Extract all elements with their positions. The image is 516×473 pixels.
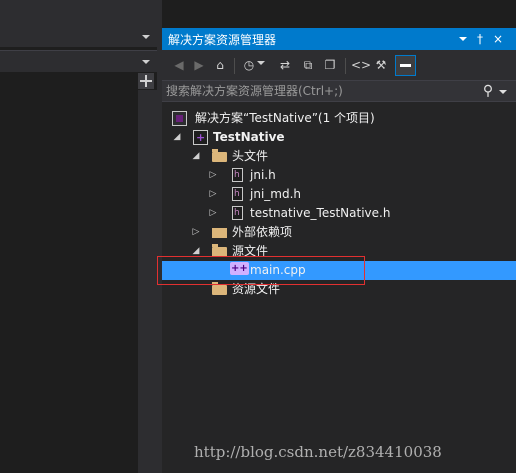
cpp-project-icon xyxy=(193,128,208,147)
filter-folder-icon xyxy=(212,282,227,295)
forward-icon: ▶ xyxy=(194,58,204,72)
tree-item-label: 头文件 xyxy=(232,149,269,163)
properties-button[interactable]: ⚒ xyxy=(372,56,390,74)
preview-icon xyxy=(400,64,411,67)
close-icon: × xyxy=(492,32,504,46)
search-options-dropdown[interactable] xyxy=(497,82,509,100)
sync-icon: ⇄ xyxy=(279,58,291,72)
navigation-bar xyxy=(0,50,157,72)
external-dependencies-icon xyxy=(212,228,227,238)
expanded-arrow-icon[interactable]: ◢ xyxy=(172,128,182,147)
tree-item-project[interactable]: ◢ TestNative xyxy=(162,128,516,147)
panel-title-bar: 解决方案资源管理器 † × xyxy=(162,28,516,50)
show-all-files-button[interactable]: ❐ xyxy=(321,56,339,74)
editor-vertical-scrollbar[interactable] xyxy=(138,90,157,473)
back-icon: ◀ xyxy=(174,58,184,72)
tree-item-label: TestNative xyxy=(213,130,285,144)
show-all-files-icon: ❐ xyxy=(324,58,336,72)
search-icon: ⚲ xyxy=(482,83,494,99)
code-text-area[interactable] xyxy=(0,90,138,473)
sync-button[interactable]: ⇄ xyxy=(276,56,294,74)
tree-item-solution[interactable]: 解决方案“TestNative”(1 个项目) xyxy=(162,109,516,128)
search-input[interactable] xyxy=(164,82,468,99)
member-dropdown-button[interactable] xyxy=(139,55,153,67)
tree-item-external-dependencies[interactable]: ▷ 外部依赖项 xyxy=(162,223,516,242)
pin-button[interactable]: † xyxy=(473,31,487,47)
solution-icon xyxy=(172,111,187,126)
watermark: http://blog.csdn.net/z834410038 xyxy=(194,443,442,461)
highlight-box xyxy=(157,256,365,285)
header-file-icon xyxy=(232,204,243,223)
properties-icon: ⚒ xyxy=(375,58,387,72)
chevron-down-icon xyxy=(499,90,507,94)
search-button[interactable]: ⚲ xyxy=(479,82,497,100)
window-options-button[interactable] xyxy=(456,31,470,47)
filter-folder-icon xyxy=(212,149,227,162)
collapse-all-icon: ⧉ xyxy=(303,58,313,72)
tree-item-label: testnative_TestNative.h xyxy=(250,206,391,220)
expanded-arrow-icon[interactable]: ◢ xyxy=(191,147,201,166)
tree-item-label: jni.h xyxy=(250,168,276,182)
tab-dropdown-button[interactable] xyxy=(139,30,153,44)
solution-explorer-toolbar: ◀ ▶ ⌂ ◷ ⇄ ⧉ ❐ <> ⚒ xyxy=(162,50,516,80)
chevron-down-icon xyxy=(459,37,467,41)
toolbar-separator xyxy=(345,58,346,74)
view-code-button[interactable]: <> xyxy=(351,56,372,74)
forward-button[interactable]: ▶ xyxy=(190,56,208,74)
view-code-icon: <> xyxy=(351,58,372,72)
editor-tab-bar xyxy=(0,0,157,47)
search-box: ⚲ xyxy=(162,80,516,102)
filter-dropdown-button[interactable] xyxy=(256,56,266,74)
toolbar-separator xyxy=(234,58,235,74)
solution-explorer-panel: 解决方案资源管理器 † × ◀ ▶ ⌂ ◷ ⇄ ⧉ ❐ <> ⚒ ⚲ 解决方案“… xyxy=(162,28,516,473)
header-file-icon xyxy=(232,166,243,185)
home-icon: ⌂ xyxy=(216,58,224,72)
panel-title: 解决方案资源管理器 xyxy=(168,33,277,47)
tree-item-file[interactable]: ▷ testnative_TestNative.h xyxy=(162,204,516,223)
chevron-down-icon xyxy=(142,35,150,39)
home-button[interactable]: ⌂ xyxy=(211,56,229,74)
chevron-down-icon xyxy=(257,61,265,65)
back-button[interactable]: ◀ xyxy=(170,56,188,74)
tree-item-header-files[interactable]: ◢ 头文件 xyxy=(162,147,516,166)
collapsed-arrow-icon[interactable]: ▷ xyxy=(208,185,218,204)
tree-item-label: 外部依赖项 xyxy=(232,225,293,239)
collapse-all-button[interactable]: ⧉ xyxy=(299,56,317,74)
chevron-down-icon xyxy=(142,60,150,64)
close-button[interactable]: × xyxy=(491,31,505,47)
tree-item-label: 解决方案“TestNative”(1 个项目) xyxy=(195,111,375,125)
tree-item-label: jni_md.h xyxy=(250,187,301,201)
pin-icon: † xyxy=(477,32,483,46)
preview-selected-button[interactable] xyxy=(395,55,416,76)
tree-item-file[interactable]: ▷ jni_md.h xyxy=(162,185,516,204)
tree-item-file[interactable]: ▷ jni.h xyxy=(162,166,516,185)
collapsed-arrow-icon[interactable]: ▷ xyxy=(191,223,201,242)
split-window-button[interactable] xyxy=(138,73,154,89)
collapsed-arrow-icon[interactable]: ▷ xyxy=(208,166,218,185)
history-icon: ◷ xyxy=(243,58,255,72)
collapsed-arrow-icon[interactable]: ▷ xyxy=(208,204,218,223)
header-file-icon xyxy=(232,185,243,204)
